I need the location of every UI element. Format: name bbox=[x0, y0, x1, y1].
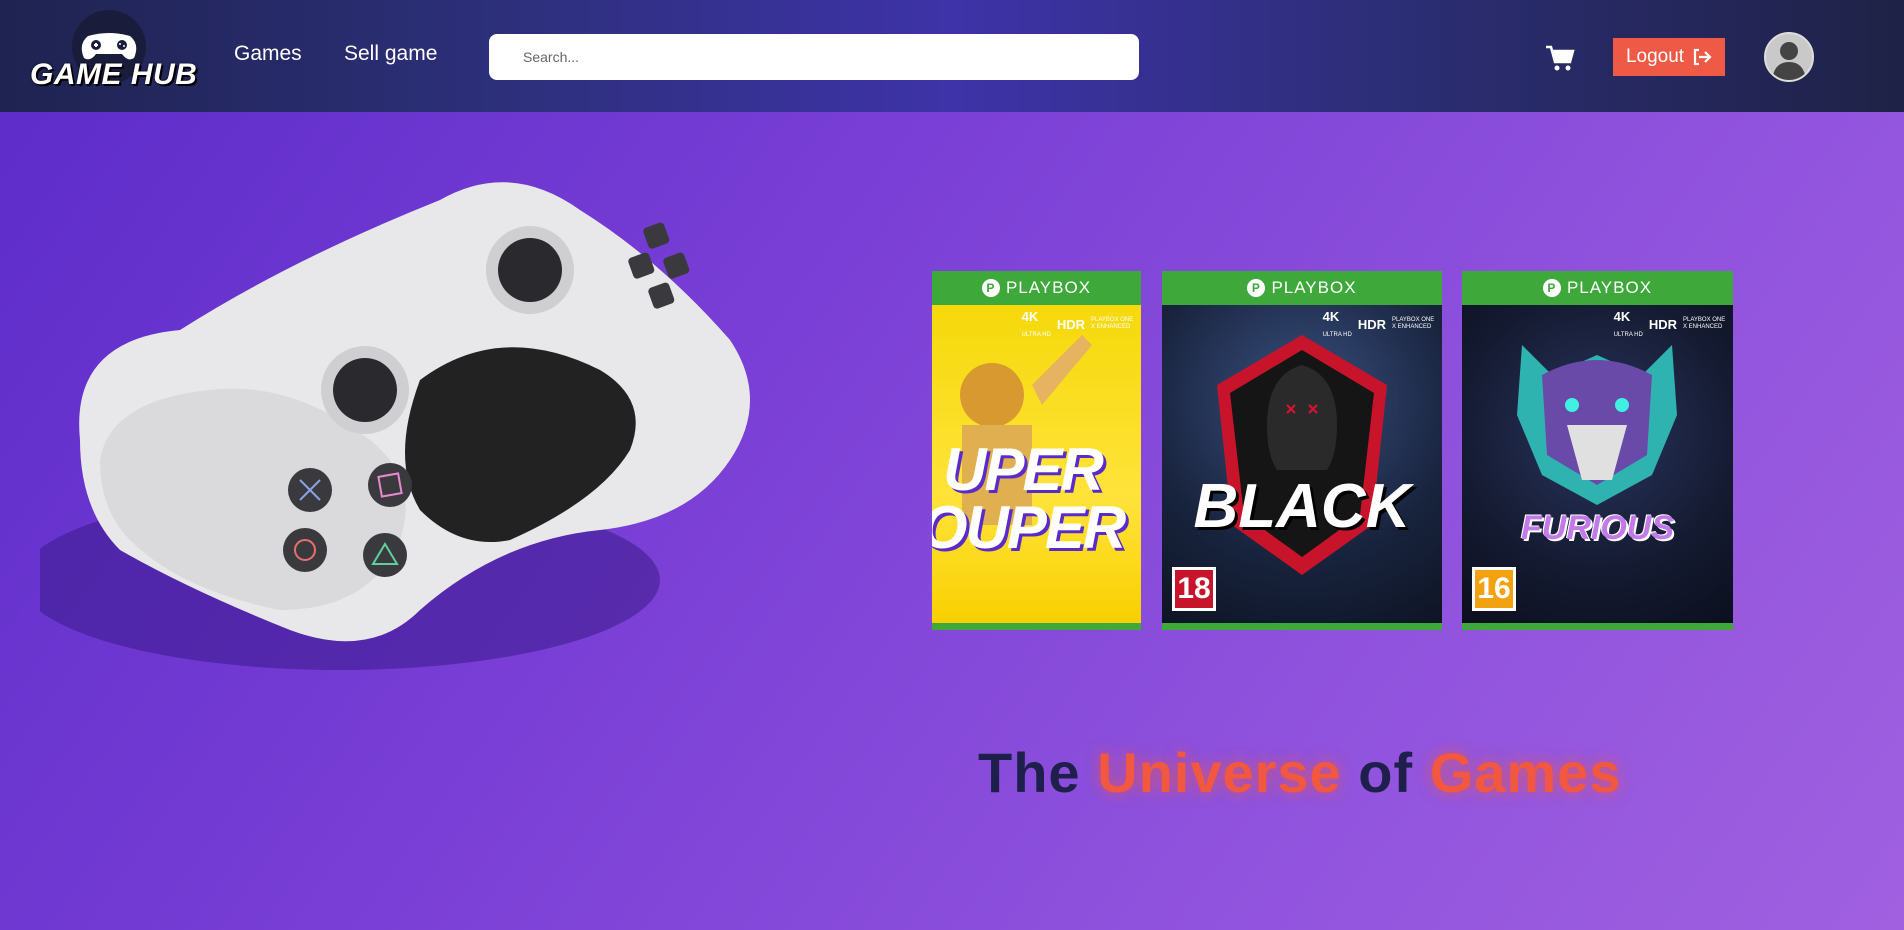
game-cover-black[interactable]: P PLAYBOX 4K ULTRA HD HDR PLAYBOX ONE X E… bbox=[1162, 271, 1442, 630]
hero-tagline: The Universe of Games bbox=[978, 740, 1621, 805]
logout-button[interactable]: Logout bbox=[1613, 38, 1725, 76]
game-hub-logo[interactable]: GAME HUB bbox=[28, 10, 197, 100]
tagline-word-games: Games bbox=[1429, 741, 1622, 804]
search-input[interactable] bbox=[489, 34, 1139, 80]
game-controller-image bbox=[40, 182, 750, 670]
game-cover-uper-ouper[interactable]: P PLAYBOX 4K ULTRA HD HDR PLAYBOX ONE X E… bbox=[932, 271, 1141, 630]
logout-label: Logout bbox=[1625, 46, 1685, 67]
playbox-logo-icon: P bbox=[1247, 279, 1266, 297]
cover-badges: 4K ULTRA HD HDR PLAYBOX ONE X ENHANCED bbox=[1613, 309, 1726, 338]
cart-icon[interactable] bbox=[1545, 44, 1575, 72]
cover-title: UPER OUPER bbox=[932, 436, 1126, 561]
playbox-logo-icon: P bbox=[981, 279, 1000, 297]
cover-platform-label: PLAYBOX bbox=[1566, 278, 1653, 297]
cover-platform-bar: P PLAYBOX bbox=[1162, 271, 1442, 305]
cover-badges: 4K ULTRA HD HDR PLAYBOX ONE X ENHANCED bbox=[1322, 309, 1435, 338]
tagline-word-universe: Universe bbox=[1097, 741, 1342, 804]
top-navbar: GAME HUB Games Sell game Logout bbox=[0, 0, 1904, 112]
cover-badges: 4K ULTRA HD HDR PLAYBOX ONE X ENHANCED bbox=[1021, 309, 1134, 338]
cover-platform-label: PLAYBOX bbox=[1271, 278, 1357, 297]
cover-platform-label: PLAYBOX bbox=[1005, 278, 1092, 297]
nav-sell-game-link[interactable]: Sell game bbox=[344, 42, 437, 66]
game-cover-furious[interactable]: P PLAYBOX 4K ULTRA HD HDR PLAYBOX ONE X E… bbox=[1462, 271, 1733, 630]
nav-games-link[interactable]: Games bbox=[234, 42, 302, 66]
age-rating-badge: 16 bbox=[1472, 567, 1516, 611]
cover-title: FURIOUS bbox=[1521, 509, 1674, 547]
tagline-word-the: The bbox=[978, 741, 1081, 804]
logout-icon bbox=[1693, 48, 1712, 66]
age-rating-badge: 18 bbox=[1172, 567, 1216, 611]
cover-platform-bar: P PLAYBOX bbox=[1462, 271, 1733, 305]
user-avatar-icon bbox=[1772, 42, 1806, 80]
user-avatar[interactable] bbox=[1764, 32, 1814, 82]
tagline-word-of: of bbox=[1358, 741, 1414, 804]
cover-title: BLACK bbox=[1193, 472, 1411, 541]
playbox-logo-icon: P bbox=[1542, 279, 1561, 297]
logo-text: GAME HUB bbox=[30, 58, 198, 91]
cover-platform-bar: P PLAYBOX bbox=[932, 271, 1141, 305]
